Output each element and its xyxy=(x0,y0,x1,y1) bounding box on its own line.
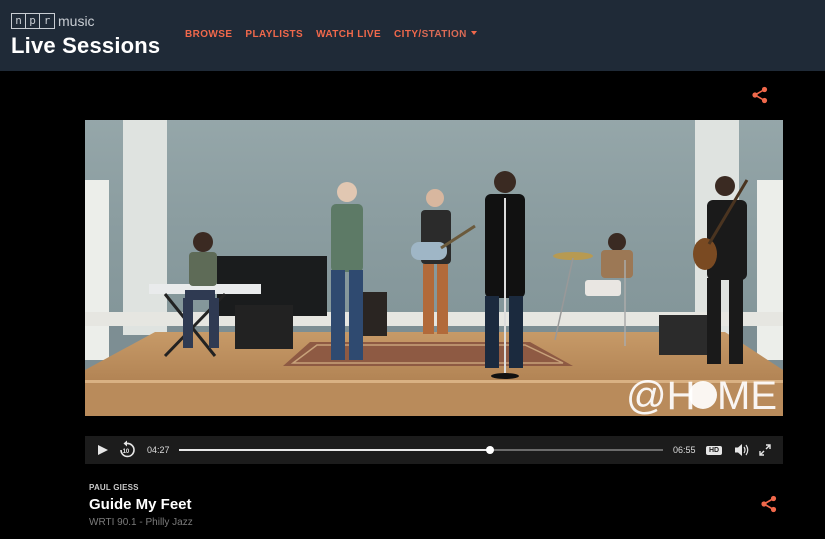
site-title[interactable]: Live Sessions xyxy=(11,33,160,59)
progress-fill xyxy=(179,449,491,451)
progress-handle[interactable] xyxy=(486,446,495,454)
nav-station-label: STATION xyxy=(421,29,467,40)
hd-label: HD xyxy=(706,445,723,455)
nav-watch-live[interactable]: WATCH LIVE xyxy=(316,29,381,40)
npr-logo-letter-p: p xyxy=(26,14,40,28)
play-icon[interactable] xyxy=(97,436,109,464)
wrti-badge-icon xyxy=(689,381,717,409)
watermark-text-right: ME xyxy=(717,374,777,416)
npr-logo-word: music xyxy=(58,13,95,29)
volume-icon[interactable] xyxy=(734,436,750,464)
share-icon[interactable] xyxy=(760,495,778,513)
npr-logo-letter-r: r xyxy=(43,14,51,27)
nav-city-label: CITY/ xyxy=(394,29,422,40)
song-title[interactable]: Guide My Feet xyxy=(89,496,192,513)
nav-city-station[interactable]: CITY/STATION xyxy=(394,29,477,40)
video-controls: 10 04:27 06:55 HD xyxy=(85,436,783,464)
svg-text:10: 10 xyxy=(123,449,130,455)
site-header: n p r music Live Sessions BROWSE PLAYLIS… xyxy=(0,0,825,71)
artist-name[interactable]: PAUL GIESS xyxy=(89,483,139,492)
duration: 06:55 xyxy=(673,445,696,455)
rewind-10-icon[interactable]: 10 xyxy=(119,436,135,464)
npr-logo-boxes: n p r xyxy=(11,13,55,29)
station-name[interactable]: WRTI 90.1 - Philly Jazz xyxy=(89,517,193,528)
current-time: 04:27 xyxy=(147,445,170,455)
nav-browse[interactable]: BROWSE xyxy=(185,29,232,40)
main-nav: BROWSE PLAYLISTS WATCH LIVE CITY/STATION xyxy=(185,29,477,40)
watermark-text-left: @H xyxy=(626,374,696,416)
hd-icon[interactable]: HD xyxy=(706,436,723,464)
progress-track[interactable] xyxy=(179,446,663,454)
share-icon[interactable] xyxy=(751,86,769,104)
fullscreen-icon[interactable] xyxy=(759,436,771,464)
video-frame[interactable]: @H ME xyxy=(85,120,783,416)
nav-playlists[interactable]: PLAYLISTS xyxy=(245,29,303,40)
npr-logo-letter-n: n xyxy=(12,14,26,28)
dropdown-caret-icon xyxy=(470,31,477,35)
video-scene: @H ME xyxy=(85,120,783,416)
npr-music-logo[interactable]: n p r music xyxy=(11,13,95,29)
